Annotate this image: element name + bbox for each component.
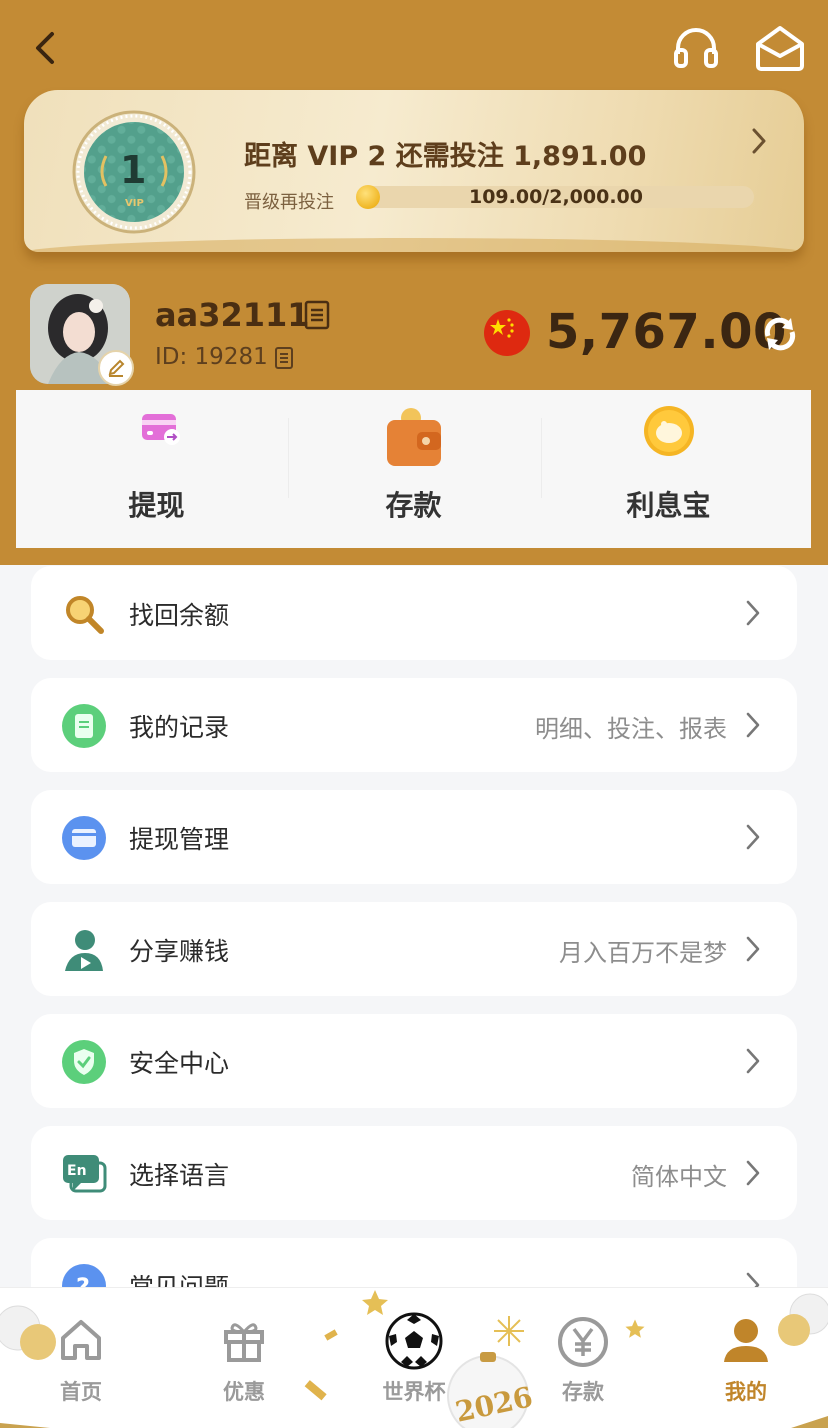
tab-home[interactable]: 首页 <box>11 1288 151 1428</box>
user-icon <box>724 1319 768 1362</box>
tab-label: 首页 <box>60 1380 102 1404</box>
chevron-right-icon <box>746 712 760 738</box>
record-icon <box>62 704 106 748</box>
action-label: 利息宝 <box>626 489 711 522</box>
action-label: 存款 <box>385 489 442 522</box>
progress-label: 晋级再投注 <box>244 192 334 213</box>
menu-value: 月入百万不是梦 <box>559 939 727 967</box>
vip-progress-bar: 109.00/2,000.00 <box>356 185 754 209</box>
tab-deposit[interactable]: 存款 <box>513 1288 653 1428</box>
menu-value: 简体中文 <box>631 1163 727 1191</box>
balance-amount: 5,767.00 <box>546 304 787 360</box>
china-flag-icon <box>484 310 530 356</box>
refresh-icon[interactable] <box>760 314 800 354</box>
edit-avatar-button[interactable] <box>98 350 134 386</box>
menu-label: 分享赚钱 <box>129 937 230 966</box>
withdraw-action[interactable]: 提现 <box>24 390 289 548</box>
menu-select-language[interactable]: En 选择语言 简体中文 <box>31 1126 797 1220</box>
chevron-right-icon <box>746 600 760 626</box>
gift-icon <box>224 1323 264 1362</box>
menu-label: 我的记录 <box>129 713 230 742</box>
home-icon <box>61 1320 101 1360</box>
shield-icon <box>62 1040 106 1084</box>
deposit-action[interactable]: 存款 <box>281 390 546 548</box>
tab-mine[interactable]: 我的 <box>676 1288 816 1428</box>
menu-withdraw-management[interactable]: 提现管理 <box>31 790 797 884</box>
search-icon <box>66 596 104 634</box>
piggy-bank-icon <box>644 406 694 456</box>
back-chevron-icon[interactable] <box>28 28 68 68</box>
quick-actions: 提现 存款 利息宝 <box>16 390 811 548</box>
share-user-icon <box>65 930 103 971</box>
yen-icon <box>558 1317 608 1367</box>
wallet-icon <box>387 408 441 466</box>
confetti-decoration-icon <box>324 1329 338 1341</box>
interest-action[interactable]: 利息宝 <box>536 390 801 548</box>
chevron-right-icon[interactable] <box>748 126 770 156</box>
tab-label: 世界杯 <box>382 1380 446 1404</box>
copy-username-icon[interactable] <box>304 300 330 330</box>
tab-label: 我的 <box>725 1380 767 1404</box>
menu-share-earn[interactable]: 分享赚钱 月入百万不是梦 <box>31 902 797 996</box>
menu-label: 提现管理 <box>129 825 230 854</box>
bottom-tab-bar: 2026 首页 优惠 世界杯 存款 我的 <box>0 1287 828 1428</box>
chevron-right-icon <box>746 1048 760 1074</box>
language-icon: En <box>63 1155 107 1193</box>
progress-text: 109.00/2,000.00 <box>468 186 643 208</box>
headset-icon[interactable] <box>670 22 722 74</box>
menu-label: 安全中心 <box>129 1049 230 1078</box>
menu-value: 明细、投注、报表 <box>535 715 727 743</box>
chevron-right-icon <box>746 936 760 962</box>
tab-label: 优惠 <box>223 1380 265 1404</box>
pencil-icon <box>108 359 125 377</box>
vip-upgrade-title: 距离 VIP 2 还需投注 1,891.00 <box>244 141 647 172</box>
menu-label: 选择语言 <box>129 1161 230 1190</box>
copy-id-icon[interactable] <box>274 346 294 370</box>
menu-recover-balance[interactable]: 找回余额 <box>31 566 797 660</box>
profile-header: 1 VIP 距离 VIP 2 还需投注 1,891.00 晋级再投注 109.0… <box>0 0 828 565</box>
svg-text:En: En <box>67 1163 87 1179</box>
envelope-icon[interactable] <box>754 22 806 74</box>
tab-promotions[interactable]: 优惠 <box>174 1288 314 1428</box>
menu-security-center[interactable]: 安全中心 <box>31 1014 797 1108</box>
tab-world-cup[interactable]: 世界杯 <box>344 1288 484 1428</box>
user-id: ID: 19281 <box>155 344 268 370</box>
vip-progress-card[interactable]: 1 VIP 距离 VIP 2 还需投注 1,891.00 晋级再投注 109.0… <box>24 90 804 252</box>
menu-label: 找回余额 <box>129 601 230 630</box>
withdraw-card-icon <box>142 414 180 445</box>
menu-my-records[interactable]: 我的记录 明细、投注、报表 <box>31 678 797 772</box>
username: aa32111 <box>155 296 310 334</box>
chevron-right-icon <box>746 1160 760 1186</box>
tab-label: 存款 <box>562 1380 604 1404</box>
vip-badge-text: VIP <box>125 198 144 209</box>
card-icon <box>62 816 106 860</box>
action-label: 提现 <box>128 489 185 522</box>
vip-level-number: 1 <box>120 148 147 192</box>
chevron-right-icon <box>746 824 760 850</box>
soccer-ball-icon <box>385 1312 443 1370</box>
